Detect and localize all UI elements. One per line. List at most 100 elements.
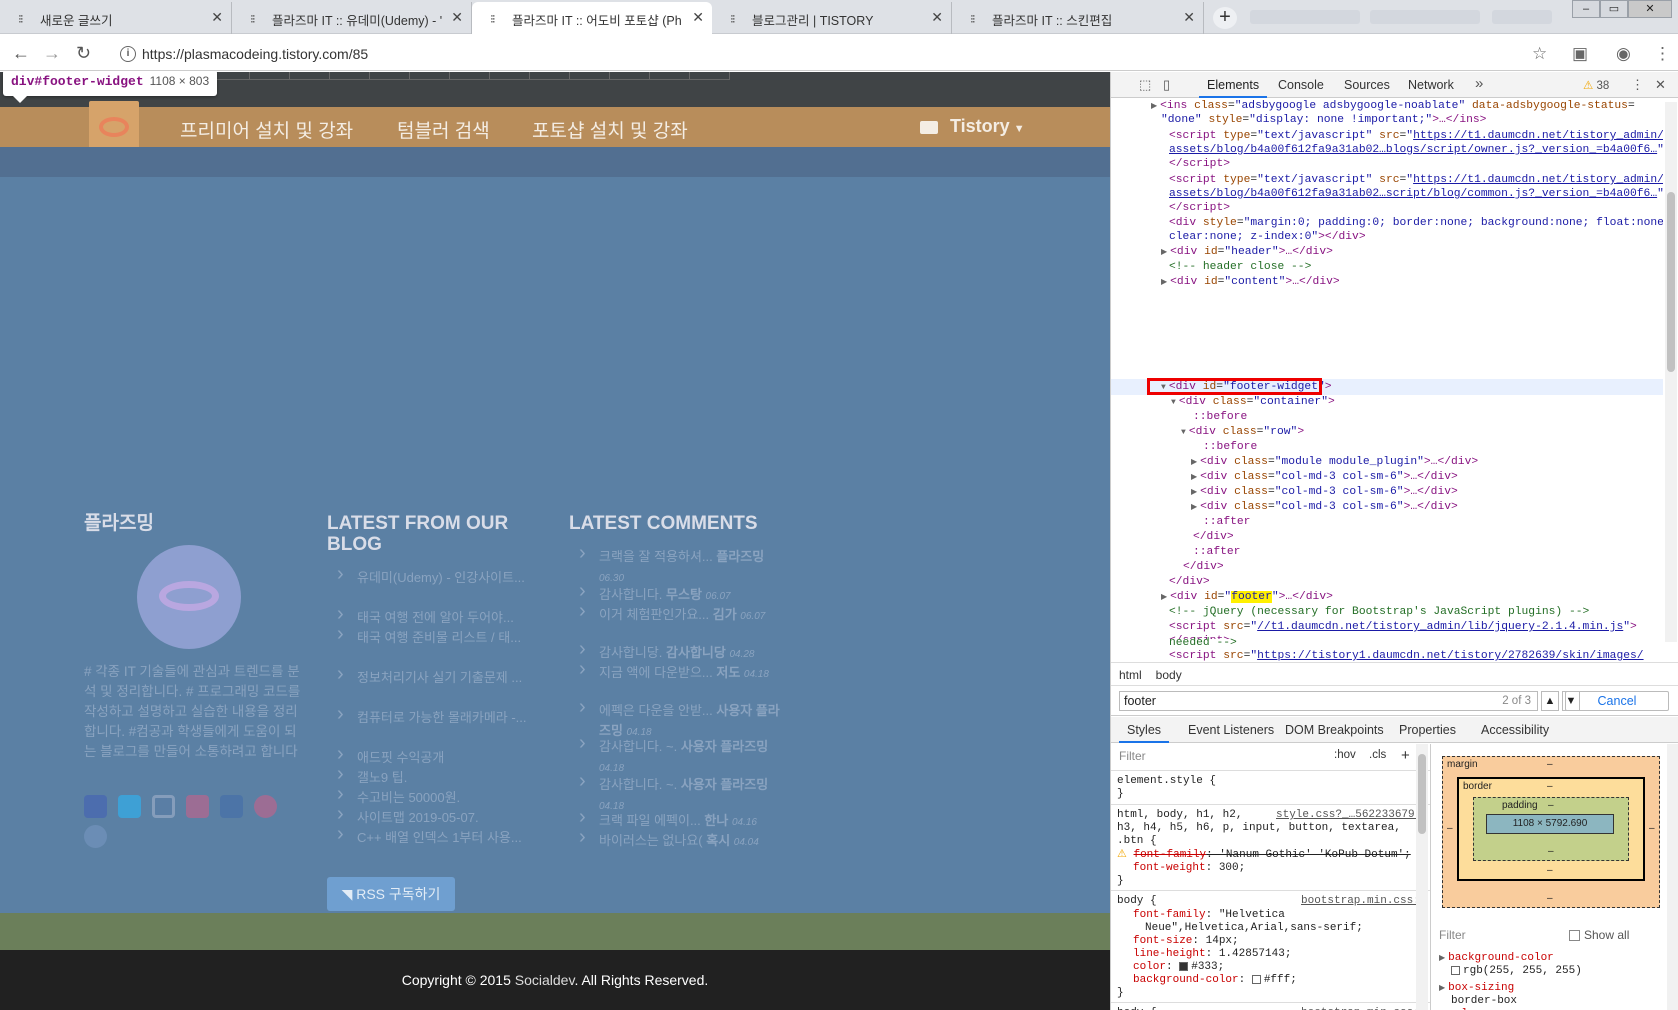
dom-node[interactable]: <script src="//t1.daumcdn.net/tistory_ad… — [1169, 620, 1637, 635]
computed-prop[interactable]: ▶ box-sizing — [1439, 982, 1514, 994]
dom-node[interactable]: ▶ <div id="header">…</div> — [1161, 245, 1333, 260]
minimize-window-icon[interactable]: – — [1572, 0, 1600, 18]
tab-sources[interactable]: Sources — [1344, 78, 1390, 92]
dom-node[interactable]: ▶ <div class="col-md-3 col-sm-6">…</div> — [1191, 500, 1458, 515]
comment-item[interactable]: 감사합니다. 무스탕 06.07 — [569, 581, 789, 607]
profile-avatar-icon[interactable]: ◉ — [1616, 44, 1631, 64]
close-window-icon[interactable]: ✕ — [1628, 0, 1672, 18]
close-devtools-icon[interactable]: ✕ — [1655, 77, 1666, 93]
tab-elements[interactable]: Elements — [1198, 78, 1268, 98]
computed-scrollbar[interactable] — [1667, 744, 1678, 1010]
search-cancel-button[interactable]: Cancel — [1565, 691, 1669, 711]
styles-scrollbar[interactable] — [1416, 744, 1428, 1010]
post-link[interactable]: C++ 배열 인덱스 1부터 사용... — [327, 824, 537, 848]
post-link[interactable]: 사이트맵 2019-05-07. — [327, 804, 537, 828]
dom-search-input[interactable]: footer 2 of 3 — [1119, 691, 1538, 711]
tab-network[interactable]: Network — [1408, 78, 1454, 92]
close-tab-icon[interactable]: ✕ — [692, 9, 704, 26]
twitter-icon[interactable] — [118, 795, 141, 818]
instagram-icon[interactable] — [152, 795, 175, 818]
site-info-icon[interactable]: i — [120, 46, 136, 62]
facebook-icon[interactable] — [84, 795, 107, 818]
tumblr-icon[interactable] — [220, 795, 243, 818]
tab-styles[interactable]: Styles — [1118, 723, 1170, 743]
cls-toggle[interactable]: .cls — [1369, 749, 1386, 761]
bookmark-star-icon[interactable]: ☆ — [1532, 44, 1547, 64]
breadcrumb-html[interactable]: html — [1119, 668, 1142, 682]
back-arrow-icon[interactable]: ← — [12, 43, 30, 64]
comment-item[interactable]: 이거 체험판인가요... 김가 06.07 — [569, 601, 789, 627]
elements-scrollbar[interactable] — [1665, 102, 1677, 642]
style-source-link[interactable]: bootstrap.min.css:5 — [1301, 1006, 1426, 1010]
nav-link-premiere[interactable]: 프리미어 설치 및 강좌 — [180, 116, 353, 143]
comment-item[interactable]: 지금 액에 다운받으... 저도 04.18 — [569, 659, 789, 685]
devtools-menu-icon[interactable]: ⋮ — [1631, 77, 1644, 93]
styles-filter[interactable]: Filter :hov .cls + — [1119, 747, 1429, 767]
warnings-counter[interactable]: ⚠ 38 — [1583, 78, 1609, 92]
maximize-window-icon[interactable]: ▭ — [1600, 0, 1628, 18]
google-plus-icon[interactable] — [186, 795, 209, 818]
post-link[interactable]: 태국 여행 전에 알아 두어야... — [327, 604, 537, 628]
dom-node[interactable]: ▼ <div class="container"> — [1171, 395, 1335, 410]
dom-node[interactable]: ▶ <div class="col-md-3 col-sm-6">…</div> — [1191, 485, 1458, 500]
hov-toggle[interactable]: :hov — [1334, 749, 1356, 761]
close-tab-icon[interactable]: ✕ — [931, 9, 943, 26]
dom-node[interactable]: <script type="text/javascript" src="http… — [1169, 129, 1663, 144]
dom-node[interactable]: ▶ <div class="module module_plugin">…</di… — [1191, 455, 1478, 470]
browser-tab[interactable]: ⁝⁝ 블로그관리 | TISTORY ✕ — [712, 2, 952, 34]
dom-node[interactable]: ▶ <div id="content">…</div> — [1161, 275, 1340, 290]
extension-icon[interactable]: ▣ — [1572, 44, 1588, 64]
post-link[interactable]: 태국 여행 준비물 리스트 / 태... — [327, 624, 537, 648]
post-link[interactable]: 유데미(Udemy) - 인강사이트... — [327, 564, 537, 588]
dom-node[interactable]: ▶ <div class="col-md-3 col-sm-6">…</div> — [1191, 470, 1458, 485]
tab-properties[interactable]: Properties — [1399, 723, 1456, 737]
comment-item[interactable]: 크랙을 잘 적용하셔... 플라즈밍 06.30 — [569, 543, 789, 589]
browser-menu-icon[interactable]: ⋮ — [1654, 44, 1671, 64]
inspect-element-icon[interactable]: ⬚ — [1139, 77, 1151, 93]
tistory-dropdown[interactable]: Tistory ▼ — [920, 116, 1025, 137]
comment-item[interactable]: 감사합니당. 감사합니당 04.28 — [569, 639, 789, 665]
reload-icon[interactable]: ↻ — [76, 43, 91, 64]
tab-console[interactable]: Console — [1278, 78, 1324, 92]
browser-tab-active[interactable]: ⁝⁝ 플라즈마 IT :: 어도비 포토샵 (Ph ✕ — [472, 2, 712, 34]
close-tab-icon[interactable]: ✕ — [451, 9, 463, 26]
new-rule-icon[interactable]: + — [1401, 747, 1410, 764]
post-link[interactable]: 애드핏 수익공개 — [327, 744, 537, 768]
tab-event-listeners[interactable]: Event Listeners — [1188, 723, 1274, 737]
browser-tab[interactable]: ⁝⁝ 플라즈마 IT :: 스킨편집 ✕ — [952, 2, 1204, 34]
wordpress-icon[interactable] — [84, 825, 107, 848]
close-tab-icon[interactable]: ✕ — [211, 9, 223, 26]
dom-node[interactable]: ▶ <ins class="adsbygoogle adsbygoogle-noa… — [1151, 99, 1635, 114]
close-tab-icon[interactable]: ✕ — [1183, 9, 1195, 26]
browser-tab[interactable]: ⁝⁝ 새로운 글쓰기 ✕ — [0, 2, 232, 34]
search-prev-icon[interactable]: ▲ — [1541, 691, 1559, 711]
tab-dom-breakpoints[interactable]: DOM Breakpoints — [1285, 723, 1384, 737]
computed-prop[interactable]: ▶ background-color — [1439, 952, 1554, 964]
new-tab-button[interactable]: + — [1213, 7, 1237, 29]
style-source-link[interactable]: bootstrap.min.css:5 — [1301, 894, 1426, 909]
show-all-checkbox[interactable]: Show all — [1569, 928, 1629, 942]
dom-node[interactable]: <div style="margin:0; padding:0; border:… — [1169, 216, 1663, 231]
comment-item[interactable]: 바이러스는 없나요( 혹시 04.04 — [569, 827, 789, 853]
device-toolbar-icon[interactable]: ▯ — [1163, 77, 1170, 93]
tab-accessibility[interactable]: Accessibility — [1481, 723, 1549, 737]
browser-tab[interactable]: ⁝⁝ 플라즈마 IT :: 유데미(Udemy) - ' ✕ — [232, 2, 472, 34]
post-link[interactable]: 정보처리기사 실기 기출문제 ... — [327, 664, 537, 688]
comment-item[interactable]: 크랙 파일 에펙이... 한나 04.16 — [569, 807, 789, 833]
comment-item[interactable]: 감사합니다. ~. 사용자 플라즈밍 04.18 — [569, 733, 789, 779]
forward-arrow-icon[interactable]: → — [43, 43, 61, 64]
dom-node[interactable]: <script type="text/javascript" src="http… — [1169, 173, 1663, 188]
socialdev-link[interactable]: Socialdev — [515, 972, 575, 988]
dom-node[interactable]: ▼ <div class="row"> — [1181, 425, 1304, 440]
pinterest-icon[interactable] — [254, 795, 277, 818]
computed-filter[interactable]: Filter Show all — [1439, 928, 1678, 942]
post-link[interactable]: 갤노9 팁. — [327, 764, 537, 788]
nav-link-photoshop[interactable]: 포토샵 설치 및 강좌 — [532, 116, 688, 143]
nav-link-tumblr-search[interactable]: 텀블러 검색 — [397, 116, 490, 143]
rss-subscribe-button[interactable]: ◥ RSS 구독하기 — [327, 877, 455, 911]
url-field[interactable]: i https://plasmacodeing.tistory.com/85 — [116, 42, 1546, 66]
dom-node-footer[interactable]: ▶ <div id="footer">…</div> — [1161, 590, 1333, 605]
breadcrumb-body[interactable]: body — [1156, 668, 1182, 682]
post-link[interactable]: 수고비는 50000원. — [327, 784, 537, 808]
more-tabs-icon[interactable]: » — [1475, 75, 1483, 92]
